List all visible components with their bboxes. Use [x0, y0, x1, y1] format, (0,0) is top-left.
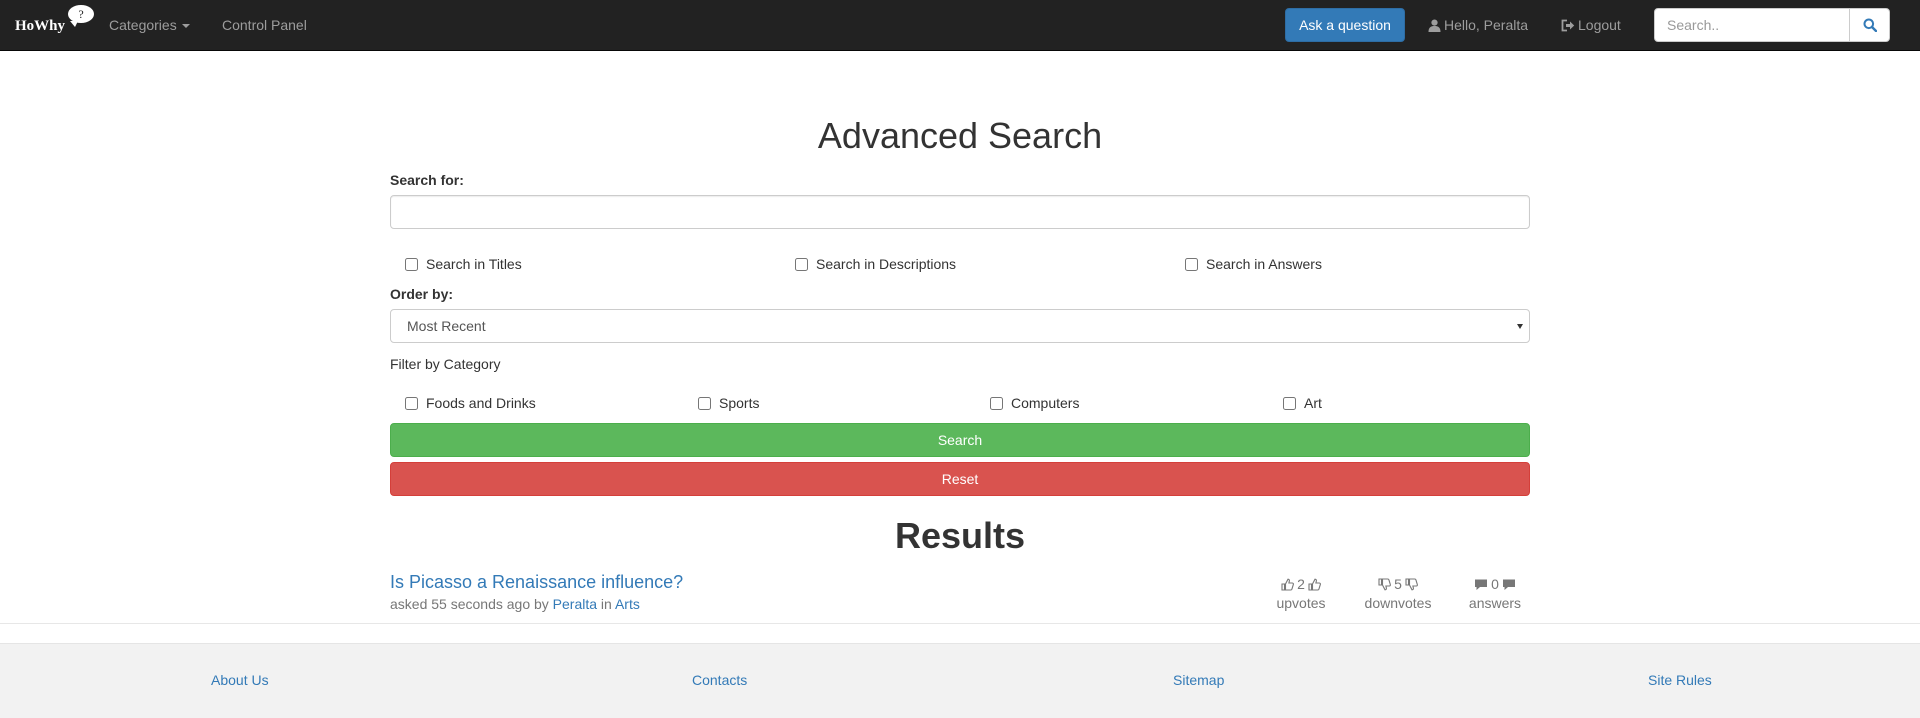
- categories-dropdown[interactable]: Categories: [109, 0, 190, 50]
- search-button[interactable]: Search: [390, 423, 1530, 457]
- result-author-link[interactable]: Peralta: [553, 596, 597, 612]
- scope-answers-check[interactable]: [1185, 257, 1198, 271]
- category-art-check[interactable]: [1283, 396, 1296, 410]
- results-title: Results: [894, 515, 1026, 556]
- footer-contacts-link[interactable]: Contacts: [692, 672, 747, 688]
- order-by-label: Order by:: [390, 286, 454, 302]
- scope-descriptions-checkbox[interactable]: Search in Descriptions: [795, 254, 956, 274]
- thumbs-up-icon: [1281, 578, 1295, 591]
- page-title: Advanced Search: [817, 115, 1103, 156]
- result-in-text: in: [600, 596, 612, 612]
- downvotes-label: downvotes: [1364, 595, 1432, 611]
- navbar-search-button[interactable]: [1849, 8, 1890, 42]
- category-foods-check[interactable]: [405, 396, 418, 410]
- user-icon: [1428, 19, 1441, 32]
- footer-divider: [0, 623, 1920, 624]
- upvotes-count: 2: [1297, 576, 1305, 592]
- footer: About Us Contacts Sitemap Site Rules: [0, 643, 1920, 718]
- category-art-label: Art: [1304, 395, 1322, 411]
- logout-label: Logout: [1578, 17, 1621, 33]
- comment-icon: [1502, 579, 1515, 590]
- search-for-input[interactable]: [390, 195, 1530, 229]
- ask-question-button[interactable]: Ask a question: [1285, 8, 1405, 42]
- caret-down-icon: [181, 24, 190, 29]
- footer-about-link[interactable]: About Us: [211, 672, 269, 688]
- result-asked-text: asked 55 seconds ago by: [390, 596, 549, 612]
- reset-button[interactable]: Reset: [390, 462, 1530, 496]
- scope-titles-checkbox[interactable]: Search in Titles: [405, 254, 522, 274]
- category-art-checkbox[interactable]: Art: [1283, 393, 1322, 413]
- navbar-search: [1654, 8, 1890, 42]
- category-computers-checkbox[interactable]: Computers: [990, 393, 1079, 413]
- downvotes-count: 5: [1394, 576, 1402, 592]
- footer-sitemap-link[interactable]: Sitemap: [1173, 672, 1224, 688]
- category-computers-check[interactable]: [990, 396, 1003, 410]
- filter-category-label: Filter by Category: [390, 356, 501, 372]
- scope-answers-label: Search in Answers: [1206, 256, 1322, 272]
- result-meta: asked 55 seconds ago by Peralta in Arts: [390, 596, 640, 612]
- answers-stat: 0 answers: [1455, 575, 1535, 611]
- logout-icon: [1561, 19, 1575, 32]
- comment-icon: [1475, 579, 1488, 590]
- greeting-text: Hello, Peralta: [1444, 17, 1529, 33]
- profile-link[interactable]: Hello, Peralta: [1428, 0, 1528, 50]
- logout-link[interactable]: Logout: [1561, 0, 1621, 50]
- chevron-down-icon: [1517, 324, 1523, 329]
- category-sports-label: Sports: [719, 395, 760, 411]
- result-category-link[interactable]: Arts: [615, 596, 640, 612]
- downvotes-stat: 5 downvotes: [1358, 575, 1438, 611]
- upvotes-stat: 2 upvotes: [1261, 575, 1341, 611]
- thumbs-down-icon: [1405, 577, 1418, 590]
- brand-logo[interactable]: HoWhy ?: [15, 5, 95, 42]
- categories-label: Categories: [109, 17, 177, 33]
- scope-descriptions-check[interactable]: [795, 257, 808, 271]
- scope-titles-label: Search in Titles: [426, 256, 522, 272]
- thumbs-up-icon: [1308, 578, 1321, 591]
- answers-label: answers: [1468, 595, 1522, 611]
- order-by-value: Most Recent: [407, 318, 486, 334]
- scope-answers-checkbox[interactable]: Search in Answers: [1185, 254, 1322, 274]
- category-sports-checkbox[interactable]: Sports: [698, 393, 759, 413]
- result-title-link[interactable]: Is Picasso a Renaissance influence?: [390, 572, 683, 593]
- brand-question-bubble: ?: [68, 5, 94, 27]
- scope-descriptions-label: Search in Descriptions: [816, 256, 957, 272]
- thumbs-down-icon: [1378, 577, 1392, 590]
- category-computers-label: Computers: [1011, 395, 1080, 411]
- category-foods-checkbox[interactable]: Foods and Drinks: [405, 393, 536, 413]
- category-sports-check[interactable]: [698, 396, 711, 410]
- footer-rules-link[interactable]: Site Rules: [1648, 672, 1712, 688]
- brand-name: HoWhy: [15, 18, 66, 34]
- search-for-label: Search for:: [390, 172, 464, 188]
- answers-count: 0: [1491, 576, 1499, 592]
- control-panel-link[interactable]: Control Panel: [222, 0, 307, 50]
- navbar: HoWhy ? Categories Control Panel Ask a q…: [0, 0, 1920, 51]
- upvotes-label: upvotes: [1276, 595, 1326, 611]
- category-foods-label: Foods and Drinks: [426, 395, 536, 411]
- order-by-select[interactable]: Most Recent: [390, 309, 1530, 343]
- scope-titles-check[interactable]: [405, 257, 418, 271]
- navbar-search-input[interactable]: [1654, 8, 1850, 42]
- search-icon: [1863, 18, 1877, 32]
